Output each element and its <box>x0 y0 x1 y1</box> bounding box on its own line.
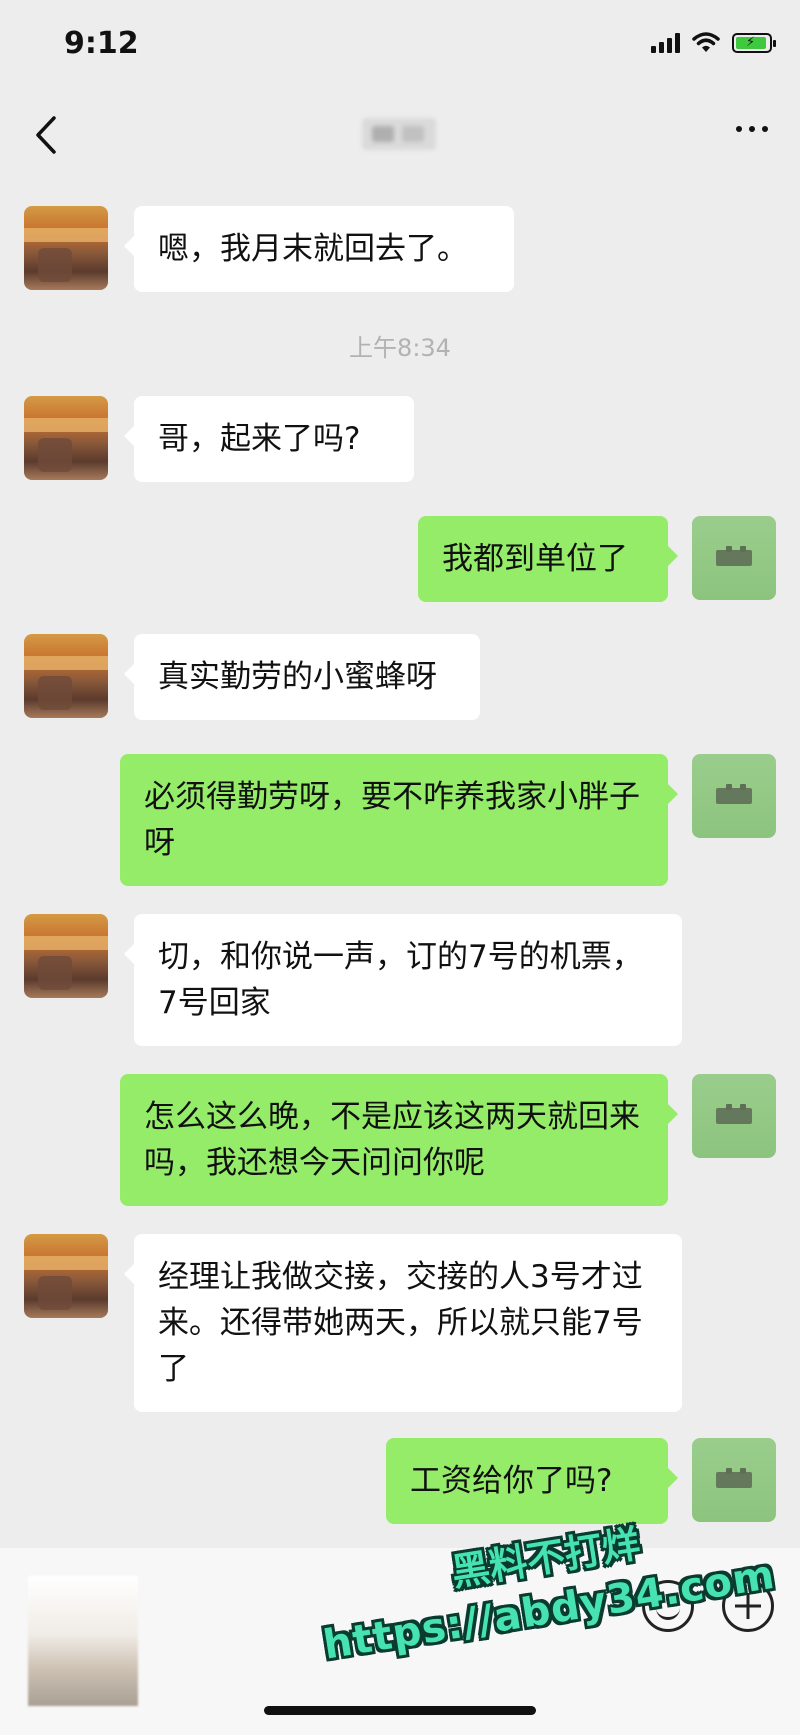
message-bubble-sent[interactable]: 怎么这么晚，不是应该这两天就回来吗，我还想今天问问你呢 <box>120 1074 678 1206</box>
avatar[interactable] <box>24 634 108 718</box>
avatar[interactable] <box>24 396 108 480</box>
avatar[interactable] <box>692 1438 776 1522</box>
message-timestamp: 上午8:34 <box>349 334 451 362</box>
message-bubble-sent[interactable]: 必须得勤劳呀，要不咋养我家小胖子呀 <box>120 754 678 886</box>
message-bubble-received[interactable]: 经理让我做交接，交接的人3号才过来。还得带她两天，所以就只能7号了 <box>124 1234 682 1412</box>
avatar[interactable] <box>692 754 776 838</box>
avatar[interactable] <box>24 206 108 290</box>
input-thumbnail[interactable] <box>28 1576 138 1706</box>
message-bubble-received[interactable]: 真实勤劳的小蜜蜂呀 <box>124 634 480 720</box>
message-list: 嗯，我月末就回去了。 上午8:34 哥，起来了吗? 我都到单位了 真实勤劳的小蜜… <box>0 0 800 1735</box>
message-bubble-sent[interactable]: 我都到单位了 <box>418 516 678 602</box>
avatar[interactable] <box>692 1074 776 1158</box>
message-bubble-received[interactable]: 嗯，我月末就回去了。 <box>124 206 514 292</box>
home-indicator[interactable] <box>264 1706 536 1715</box>
message-bubble-received[interactable]: 哥，起来了吗? <box>124 396 414 482</box>
avatar[interactable] <box>24 1234 108 1318</box>
avatar[interactable] <box>692 516 776 600</box>
avatar[interactable] <box>24 914 108 998</box>
message-bubble-received[interactable]: 切，和你说一声，订的7号的机票，7号回家 <box>124 914 682 1046</box>
message-bubble-sent[interactable]: 工资给你了吗? <box>386 1438 678 1524</box>
plus-button[interactable] <box>722 1580 774 1632</box>
emoji-button[interactable] <box>642 1580 694 1632</box>
